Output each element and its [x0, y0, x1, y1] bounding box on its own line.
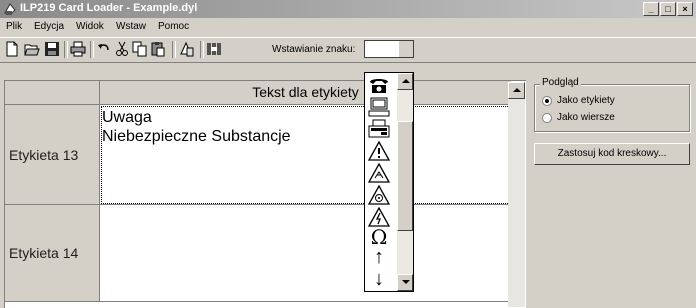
radio-as-rows[interactable]: Jako wiersze	[542, 112, 615, 123]
fax-icon[interactable]	[367, 119, 391, 139]
row-label-14[interactable]: Etykieta 14	[5, 205, 100, 302]
dropdown-scrollbar[interactable]	[397, 73, 413, 291]
grid-corner	[5, 81, 100, 105]
preview-legend: Podgląd	[540, 77, 581, 88]
cell-line: Niebezpieczne Substancje	[102, 128, 291, 145]
preview-group	[534, 84, 690, 132]
open-folder-icon[interactable]	[24, 41, 40, 57]
label-text-cell-14[interactable]	[100, 205, 511, 302]
window-title: ILP219 Card Loader - Example.dyl	[20, 2, 198, 14]
menu-wstaw[interactable]: Wstaw	[116, 21, 146, 32]
warning-radiation-icon[interactable]	[367, 185, 391, 205]
insert-char-combo[interactable]	[364, 40, 414, 58]
combo-dropdown-button[interactable]	[398, 41, 413, 57]
title-bar: ILP219 Card Loader - Example.dyl _ □ ×	[0, 0, 696, 18]
warning-exclamation-icon[interactable]	[367, 141, 391, 161]
warning-high-voltage-icon[interactable]	[367, 207, 391, 227]
row-label-13[interactable]: Etykieta 13	[5, 105, 100, 205]
cell-line: Uwaga	[102, 109, 152, 126]
label-text-cell-13[interactable]: Uwaga Niebezpieczne Substancje	[100, 105, 511, 205]
scroll-up-button[interactable]	[508, 82, 525, 99]
arrow-down-symbol[interactable]: ↓	[367, 269, 391, 289]
app-icon	[3, 2, 17, 16]
save-icon[interactable]	[44, 41, 60, 57]
column-header-label-text[interactable]: Tekst dla etykiety	[100, 81, 511, 105]
barcode-icon[interactable]	[206, 41, 222, 57]
maximize-button[interactable]: □	[660, 2, 676, 16]
dropdown-scroll-up-button[interactable]	[397, 73, 413, 90]
warning-biohazard-icon[interactable]	[367, 163, 391, 183]
new-document-icon[interactable]	[4, 41, 20, 57]
dropdown-scroll-thumb[interactable]	[397, 121, 413, 231]
telephone-icon[interactable]	[367, 75, 391, 95]
insert-char-label: Wstawianie znaku:	[272, 44, 356, 55]
cut-icon[interactable]	[114, 41, 130, 57]
menu-bar: Plik Edycja Widok Wstaw Pomoc	[0, 19, 696, 35]
paste-icon[interactable]	[150, 41, 166, 57]
toolbar: Wstawianie znaku:	[0, 37, 696, 63]
menu-widok[interactable]: Widok	[76, 21, 104, 32]
undo-icon[interactable]	[96, 41, 112, 57]
menu-plik[interactable]: Plik	[6, 21, 22, 32]
arrow-up-symbol[interactable]: ↑	[367, 247, 391, 267]
omega-symbol[interactable]: Ω	[367, 227, 391, 247]
insert-symbol-icon[interactable]	[178, 41, 194, 57]
copy-icon[interactable]	[132, 41, 148, 57]
print-icon[interactable]	[70, 41, 86, 57]
grid-scrollbar[interactable]	[508, 82, 525, 307]
symbol-dropdown-list[interactable]: Ω ↑ ↓	[364, 72, 414, 292]
radio-as-labels[interactable]: Jako etykiety	[542, 95, 615, 106]
radio-button-selected[interactable]	[542, 95, 552, 106]
radio-label: Jako etykiety	[557, 95, 615, 106]
label-grid: Tekst dla etykiety Etykieta 13 Uwaga Nie…	[4, 80, 526, 308]
dropdown-scroll-down-button[interactable]	[397, 274, 413, 291]
radio-button[interactable]	[542, 112, 552, 123]
menu-pomoc[interactable]: Pomoc	[158, 21, 189, 32]
radio-label: Jako wiersze	[557, 112, 615, 123]
computer-icon[interactable]	[367, 97, 391, 117]
apply-barcode-button[interactable]: Zastosuj kod kreskowy...	[534, 143, 690, 165]
close-button[interactable]: ×	[677, 2, 693, 16]
minimize-button[interactable]: _	[643, 2, 659, 16]
menu-edycja[interactable]: Edycja	[34, 21, 64, 32]
